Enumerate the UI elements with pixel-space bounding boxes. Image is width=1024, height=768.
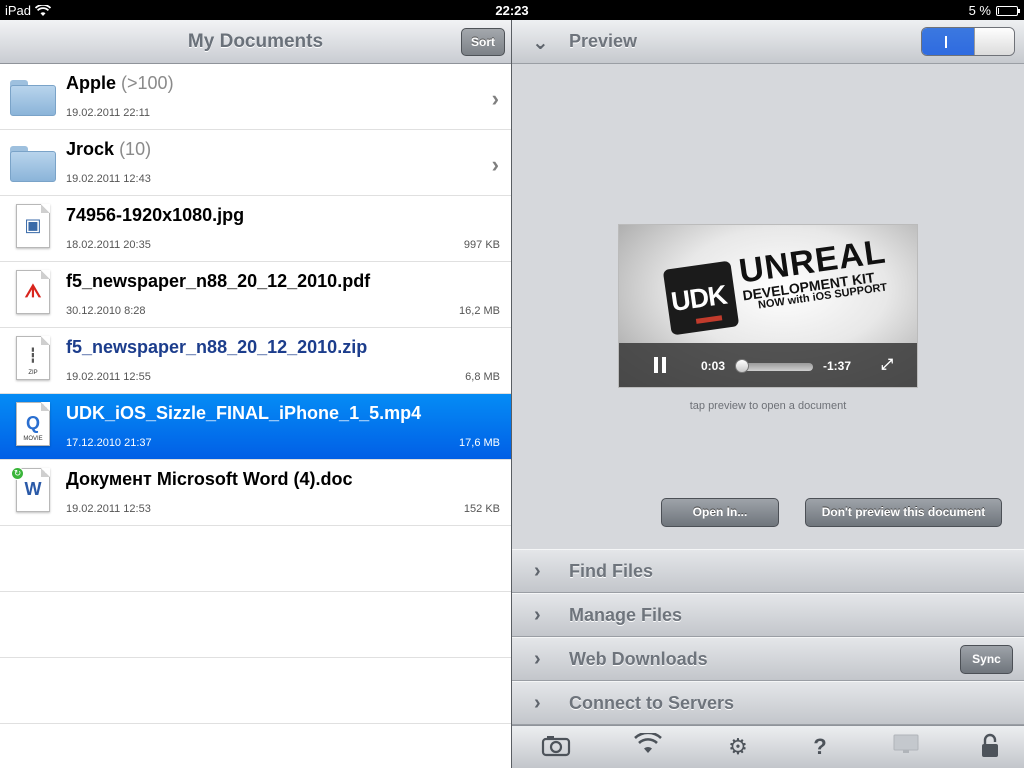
preview-title: Preview bbox=[569, 31, 638, 51]
bottom-toolbar: ⚙ ? bbox=[512, 725, 1024, 768]
wifi-icon[interactable] bbox=[632, 731, 664, 761]
camera-icon[interactable] bbox=[540, 733, 572, 761]
udk-title: UNREAL DEVELOPMENT KIT NOW with iOS SUPP… bbox=[736, 232, 889, 312]
documents-navbar: My Documents Sort bbox=[0, 20, 511, 64]
item-date: 19.02.2011 22:11 bbox=[66, 107, 151, 119]
item-date: 19.02.2011 12:55 bbox=[66, 371, 151, 383]
item-name: 74956-1920x1080.jpg bbox=[66, 205, 245, 225]
pdf-file-icon: ᗑ bbox=[16, 270, 50, 314]
item-name: f5_newspaper_n88_20_12_2010.pdf bbox=[66, 271, 371, 291]
item-name: f5_newspaper_n88_20_12_2010.zip bbox=[66, 337, 368, 357]
list-item[interactable]: ┇ ZIP f5_newspaper_n88_20_12_2010.zip 19.… bbox=[0, 328, 511, 394]
current-time: 0:03 bbox=[701, 359, 726, 373]
sort-button[interactable]: Sort bbox=[461, 28, 505, 56]
battery-icon bbox=[996, 5, 1020, 16]
video-controls: 0:03 -1:37 ⤢ bbox=[619, 343, 917, 387]
chevron-down-icon: ⌄ bbox=[532, 32, 549, 54]
item-name: Jrock bbox=[66, 139, 115, 159]
chevron-right-icon: › bbox=[491, 86, 499, 111]
item-size: 6,8 MB bbox=[465, 371, 500, 383]
list-item-selected[interactable]: Q MOVIE UDK_iOS_Sizzle_FINAL_iPhone_1_5.m… bbox=[0, 394, 511, 460]
battery-percent: 5 % bbox=[968, 3, 991, 18]
item-date: 18.02.2011 20:35 bbox=[66, 239, 151, 251]
item-count: (10) bbox=[119, 139, 152, 159]
video-preview[interactable]: UDK UNREAL DEVELOPMENT KIT NOW with iOS … bbox=[618, 224, 918, 388]
chevron-right-icon: › bbox=[534, 692, 541, 714]
preview-area: UDK UNREAL DEVELOPMENT KIT NOW with iOS … bbox=[512, 64, 1024, 549]
folder-icon bbox=[10, 146, 56, 182]
section-find-files[interactable]: › Find Files bbox=[512, 549, 1024, 593]
list-item[interactable]: W ↻ Документ Microsoft Word (4).doc 19.0… bbox=[0, 460, 511, 526]
open-in-button[interactable]: Open In... bbox=[661, 498, 779, 527]
help-icon[interactable]: ? bbox=[804, 733, 836, 761]
item-name: UDK_iOS_Sizzle_FINAL_iPhone_1_5.mp4 bbox=[66, 403, 422, 423]
zip-file-icon: ┇ ZIP bbox=[16, 336, 50, 380]
item-size: 16,2 MB bbox=[459, 305, 500, 317]
section-web-downloads[interactable]: › Web Downloads Sync bbox=[512, 637, 1024, 681]
pause-icon[interactable] bbox=[653, 357, 667, 373]
lock-icon[interactable] bbox=[974, 733, 1006, 761]
file-list: Apple (>100) 19.02.2011 22:11 › Jrock (1… bbox=[0, 64, 511, 724]
fullscreen-icon[interactable]: ⤢ bbox=[881, 356, 893, 373]
display-icon bbox=[890, 733, 922, 761]
item-size: 997 KB bbox=[463, 239, 500, 251]
documents-title: My Documents bbox=[187, 31, 324, 52]
clock: 22:23 bbox=[495, 3, 529, 18]
chevron-right-icon: › bbox=[534, 560, 541, 582]
gear-icon[interactable]: ⚙ bbox=[722, 733, 754, 761]
movie-file-icon: Q MOVIE bbox=[16, 402, 50, 446]
section-label: Connect to Servers bbox=[569, 693, 735, 713]
image-file-icon: ▣ bbox=[16, 204, 50, 248]
section-label: Manage Files bbox=[569, 605, 683, 625]
item-size: 152 KB bbox=[463, 503, 500, 515]
item-name: Apple bbox=[66, 73, 117, 93]
folder-icon bbox=[10, 80, 56, 116]
status-bar: iPad 22:23 5 % bbox=[0, 0, 1024, 20]
empty-row bbox=[0, 658, 511, 724]
section-list: › Find Files › Manage Files › Web Downlo… bbox=[512, 549, 1024, 725]
chevron-right-icon: › bbox=[534, 604, 541, 626]
chevron-right-icon: › bbox=[534, 648, 541, 670]
preview-hint: tap preview to open a document bbox=[689, 400, 847, 412]
empty-row bbox=[0, 592, 511, 658]
udk-logo: UDK bbox=[662, 260, 740, 336]
list-item[interactable]: Jrock (10) 19.02.2011 12:43 › bbox=[0, 130, 511, 196]
documents-panel: My Documents Sort Apple (>100) 19.02.201… bbox=[0, 20, 511, 768]
item-date: 19.02.2011 12:43 bbox=[66, 173, 151, 185]
item-name: Документ Microsoft Word (4).doc bbox=[66, 469, 353, 489]
battery-fill bbox=[998, 7, 999, 14]
item-date: 17.12.2010 21:37 bbox=[66, 437, 152, 449]
item-size: 17,6 MB bbox=[459, 437, 500, 449]
item-count: (>100) bbox=[121, 73, 174, 93]
section-label: Web Downloads bbox=[569, 649, 708, 669]
item-date: 19.02.2011 12:53 bbox=[66, 503, 151, 515]
list-item[interactable]: ᗑ f5_newspaper_n88_20_12_2010.pdf 30.12.… bbox=[0, 262, 511, 328]
section-manage-files[interactable]: › Manage Files bbox=[512, 593, 1024, 637]
list-item[interactable]: ▣ 74956-1920x1080.jpg 18.02.2011 20:35 9… bbox=[0, 196, 511, 262]
preview-toggle[interactable] bbox=[921, 27, 1015, 56]
sync-button[interactable]: Sync bbox=[960, 645, 1013, 674]
detail-panel: ⌄ Preview UDK UNREAL DEVELOPMENT KIT NOW… bbox=[512, 20, 1024, 768]
section-label: Find Files bbox=[569, 561, 654, 581]
section-connect-servers[interactable]: › Connect to Servers bbox=[512, 681, 1024, 725]
empty-row bbox=[0, 526, 511, 592]
chevron-right-icon: › bbox=[491, 152, 499, 177]
list-item[interactable]: Apple (>100) 19.02.2011 22:11 › bbox=[0, 64, 511, 130]
preview-header[interactable]: ⌄ Preview bbox=[512, 20, 1024, 64]
dont-preview-button[interactable]: Don't preview this document bbox=[805, 498, 1002, 527]
remaining-time: -1:37 bbox=[823, 359, 852, 373]
item-date: 30.12.2010 8:28 bbox=[66, 305, 146, 317]
scrubber-thumb[interactable] bbox=[735, 359, 749, 373]
sync-badge-icon: ↻ bbox=[11, 467, 24, 480]
